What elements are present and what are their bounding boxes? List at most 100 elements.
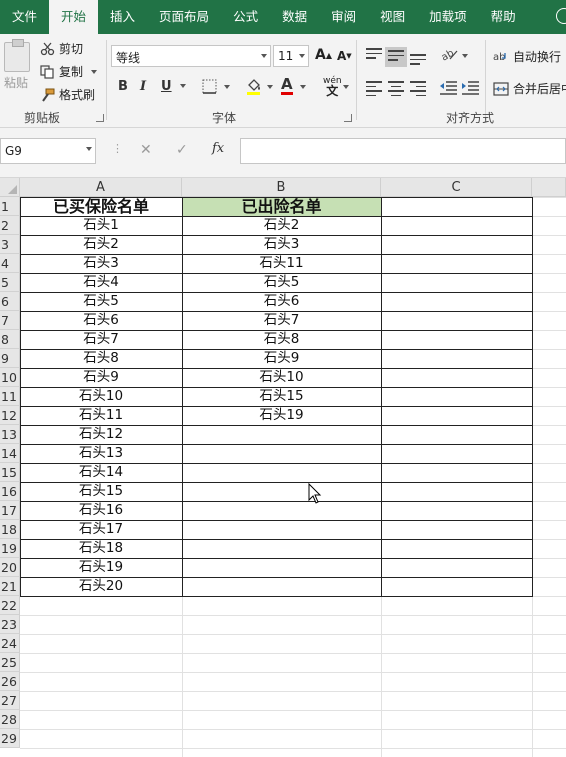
cell-a21[interactable]: 石头20 — [20, 577, 182, 596]
cell-b7[interactable]: 石头7 — [182, 311, 381, 330]
row-header[interactable]: 28 — [0, 710, 20, 729]
column-header-a[interactable]: A — [20, 178, 182, 197]
cell-a2[interactable]: 石头1 — [20, 216, 182, 235]
row-header[interactable]: 15 — [0, 463, 20, 482]
cell-a17[interactable]: 石头16 — [20, 501, 182, 520]
font-color-button[interactable]: A — [281, 77, 293, 95]
row-header[interactable]: 13 — [0, 425, 20, 444]
row-header[interactable]: 26 — [0, 672, 20, 691]
phonetic-dropdown-icon[interactable] — [343, 85, 349, 89]
ribbon-tab[interactable]: 插入 — [98, 0, 147, 34]
row-header[interactable]: 8 — [0, 330, 20, 349]
row-header[interactable]: 1 — [0, 197, 20, 216]
column-header-d[interactable] — [532, 178, 566, 197]
align-left-button[interactable] — [366, 81, 382, 96]
row-header[interactable]: 10 — [0, 368, 20, 387]
underline-dropdown-icon[interactable] — [180, 84, 186, 88]
ribbon-tab[interactable]: 文件 — [0, 0, 49, 34]
row-header[interactable]: 21 — [0, 577, 20, 596]
borders-icon[interactable] — [202, 79, 218, 95]
cell-a5[interactable]: 石头4 — [20, 273, 182, 292]
ribbon-tab[interactable]: 帮助 — [479, 0, 528, 34]
ribbon-tab[interactable]: 审阅 — [319, 0, 368, 34]
wrap-text-button[interactable]: ab 自动换行 — [493, 48, 561, 65]
fill-color-dropdown-icon[interactable] — [267, 85, 273, 89]
cell-a20[interactable]: 石头19 — [20, 558, 182, 577]
cell-b6[interactable]: 石头6 — [182, 292, 381, 311]
row-header[interactable]: 19 — [0, 539, 20, 558]
increase-indent-icon[interactable] — [462, 80, 480, 96]
copy-dropdown-icon[interactable] — [91, 69, 98, 74]
row-header[interactable]: 5 — [0, 273, 20, 292]
row-header[interactable]: 14 — [0, 444, 20, 463]
cell-b8[interactable]: 石头8 — [182, 330, 381, 349]
row-header[interactable]: 18 — [0, 520, 20, 539]
cell-a8[interactable]: 石头7 — [20, 330, 182, 349]
cell-b3[interactable]: 石头3 — [182, 235, 381, 254]
cell-a12[interactable]: 石头11 — [20, 406, 182, 425]
bold-button[interactable]: B — [118, 79, 128, 94]
column-header-c[interactable]: C — [381, 178, 532, 197]
grow-font-button[interactable]: A ▲ — [315, 47, 332, 63]
row-header[interactable]: 25 — [0, 653, 20, 672]
cell-a11[interactable]: 石头10 — [20, 387, 182, 406]
cell-a7[interactable]: 石头6 — [20, 311, 182, 330]
cell-a9[interactable]: 石头8 — [20, 349, 182, 368]
font-size-select[interactable]: 11 — [273, 45, 309, 67]
ribbon-tab[interactable]: 开始 — [49, 0, 99, 34]
ribbon-tab[interactable]: 公式 — [221, 0, 270, 34]
align-top-button[interactable] — [366, 48, 382, 62]
orientation-dropdown-icon[interactable] — [462, 54, 468, 58]
cell-b5[interactable]: 石头5 — [182, 273, 381, 292]
row-header[interactable]: 6 — [0, 292, 20, 311]
cell-b1[interactable]: 已出险名单 — [182, 197, 381, 216]
cell-b2[interactable]: 石头2 — [182, 216, 381, 235]
cell-b9[interactable]: 石头9 — [182, 349, 381, 368]
enter-icon[interactable]: ✓ — [176, 142, 188, 158]
row-header[interactable]: 27 — [0, 691, 20, 710]
ribbon-tab[interactable]: 页面布局 — [147, 0, 221, 34]
align-center-button[interactable] — [388, 81, 404, 96]
ribbon-tab[interactable]: 视图 — [368, 0, 417, 34]
italic-button[interactable]: I — [140, 79, 146, 94]
cell-a18[interactable]: 石头17 — [20, 520, 182, 539]
worksheet-grid[interactable]: A B C 1 2 3 4 5 6 7 8 9 10 11 12 13 14 15 16 17 18 19 20 21 22 23… — [0, 178, 566, 757]
phonetic-button[interactable]: wén 文 — [323, 76, 342, 97]
cell-b4[interactable]: 石头11 — [182, 254, 381, 273]
cell-b11[interactable]: 石头15 — [182, 387, 381, 406]
decrease-indent-icon[interactable] — [440, 80, 458, 96]
font-launcher-icon[interactable] — [344, 114, 352, 122]
borders-dropdown-icon[interactable] — [224, 85, 230, 89]
font-name-select[interactable]: 等线 — [111, 45, 271, 67]
ribbon-tab[interactable]: 数据 — [270, 0, 319, 34]
merge-center-button[interactable]: 合并后居中 — [493, 80, 566, 97]
row-header[interactable]: 29 — [0, 729, 20, 748]
paste-button[interactable]: 粘贴 — [4, 74, 28, 91]
row-header[interactable]: 7 — [0, 311, 20, 330]
clipboard-launcher-icon[interactable] — [96, 114, 104, 122]
row-header[interactable]: 9 — [0, 349, 20, 368]
cell-a16[interactable]: 石头15 — [20, 482, 182, 501]
copy-button[interactable]: 复制 — [40, 63, 98, 80]
row-header[interactable]: 23 — [0, 615, 20, 634]
cell-a3[interactable]: 石头2 — [20, 235, 182, 254]
row-header[interactable]: 17 — [0, 501, 20, 520]
cell-a19[interactable]: 石头18 — [20, 539, 182, 558]
ribbon-tab[interactable]: 加载项 — [417, 0, 479, 34]
row-header[interactable]: 16 — [0, 482, 20, 501]
underline-button[interactable]: U — [161, 79, 172, 94]
select-all-button[interactable] — [0, 178, 20, 197]
row-header[interactable]: 4 — [0, 254, 20, 273]
cell-b12[interactable]: 石头19 — [182, 406, 381, 425]
row-header[interactable]: 20 — [0, 558, 20, 577]
paste-icon[interactable] — [4, 39, 30, 72]
font-color-dropdown-icon[interactable] — [300, 85, 306, 89]
shrink-font-button[interactable]: A ▼ — [337, 49, 352, 63]
cancel-icon[interactable]: ✕ — [140, 142, 152, 158]
cell-a1[interactable]: 已买保险名单 — [20, 197, 182, 216]
cell-a6[interactable]: 石头5 — [20, 292, 182, 311]
help-search-icon[interactable] — [556, 8, 566, 24]
orientation-icon[interactable]: ab — [440, 47, 460, 63]
row-header[interactable]: 3 — [0, 235, 20, 254]
insert-function-button[interactable]: fx — [212, 141, 224, 156]
